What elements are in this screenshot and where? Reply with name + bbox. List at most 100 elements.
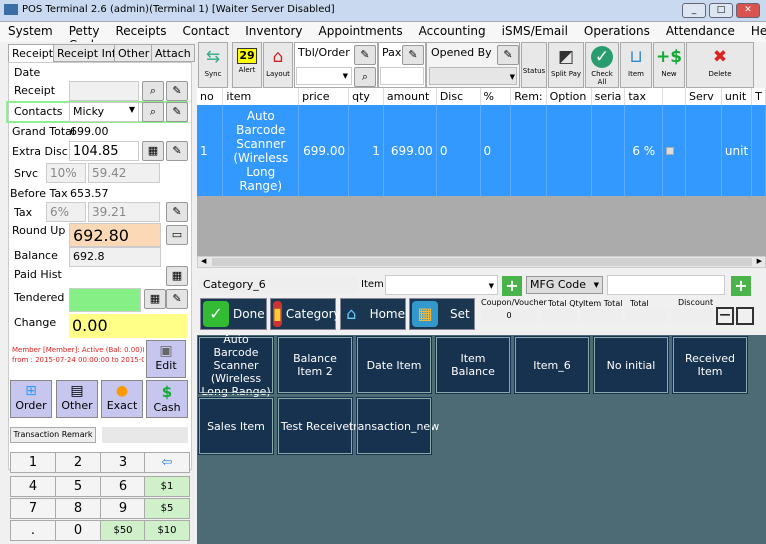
tile-item[interactable]: Item Balance <box>435 336 511 394</box>
split-pay-button[interactable]: ◩ Split Pay <box>548 42 584 88</box>
menu-isms-email[interactable]: iSMS/Email <box>494 22 576 42</box>
menu-system[interactable]: System <box>0 22 61 42</box>
order-button[interactable]: ⊞ Order <box>10 380 52 418</box>
key-50-dollar[interactable]: $50 <box>100 520 146 541</box>
code-type-select[interactable]: MFG Code ▼ <box>526 276 603 294</box>
col-tax[interactable]: tax <box>624 88 664 105</box>
tile-item[interactable]: transaction_new <box>349 397 439 455</box>
key-5-dollar[interactable]: $5 <box>144 498 190 519</box>
exact-button[interactable]: ● Exact <box>101 380 143 418</box>
col-check[interactable] <box>662 88 686 105</box>
search-icon[interactable]: ⌕ <box>354 67 376 87</box>
new-button[interactable]: +$ New <box>653 42 685 88</box>
item-select[interactable]: ▼ <box>385 275 498 295</box>
opened-by-select[interactable]: ▼ <box>429 67 517 85</box>
key-1[interactable]: 1 <box>10 452 56 473</box>
menu-petty-cash[interactable]: Petty Cash <box>61 22 108 52</box>
category-button[interactable]: ▮ Category <box>270 298 341 330</box>
col-amount[interactable]: amount <box>383 88 437 105</box>
clear-broom-icon[interactable]: ✎ <box>166 81 188 101</box>
table-row[interactable]: 1 Auto Barcode Scanner (Wireless Long Ra… <box>197 105 766 196</box>
tile-item[interactable]: No initial <box>593 336 669 394</box>
key-4[interactable]: 4 <box>10 476 56 497</box>
tab-other[interactable]: Other <box>114 44 154 62</box>
tile-item[interactable]: Item_6 <box>514 336 590 394</box>
key-7[interactable]: 7 <box>10 498 56 519</box>
status-button[interactable]: Status <box>521 42 547 88</box>
edit-button[interactable]: ▣ Edit <box>146 340 186 378</box>
delete-button[interactable]: ✖ Delete <box>686 42 754 88</box>
clear-broom-icon[interactable]: ✎ <box>166 289 188 309</box>
tile-item[interactable]: Test Receive <box>277 397 353 455</box>
key-0[interactable]: 0 <box>55 520 101 541</box>
tab-attach[interactable]: Attach <box>151 44 195 62</box>
key-9[interactable]: 9 <box>100 498 146 519</box>
key-3[interactable]: 3 <box>100 452 146 473</box>
add-item-plus-icon[interactable]: + <box>502 276 522 296</box>
tile-item[interactable]: Sales Item <box>198 397 274 455</box>
key-6[interactable]: 6 <box>100 476 146 497</box>
key-dot[interactable]: . <box>10 520 56 541</box>
col-serv[interactable]: Serv <box>685 88 722 105</box>
item-button[interactable]: ⊔ Item <box>620 42 652 88</box>
menu-contact[interactable]: Contact <box>175 22 238 42</box>
backspace-arrow-icon[interactable]: ⇦ <box>144 452 190 473</box>
done-button[interactable]: ✓ Done <box>200 298 267 330</box>
minimize-button[interactable]: _ <box>682 3 706 18</box>
cell-checkbox[interactable] <box>662 105 686 196</box>
col-qty[interactable]: qty <box>348 88 384 105</box>
col-item[interactable]: item <box>222 88 300 105</box>
key-2[interactable]: 2 <box>55 452 101 473</box>
sync-button[interactable]: ⇆ Sync <box>198 42 228 88</box>
extra-disc-field[interactable]: 104.85 <box>69 141 139 161</box>
search-icon[interactable]: ⌕ <box>142 102 164 122</box>
col-unit[interactable]: unit <box>721 88 753 105</box>
calculator-icon[interactable]: ▦ <box>144 289 166 309</box>
key-5[interactable]: 5 <box>55 476 101 497</box>
contacts-select[interactable]: Micky ▼ <box>69 102 139 122</box>
col-serial[interactable]: seria <box>591 88 626 105</box>
tile-item[interactable]: Auto Barcode Scanner (Wireless Long Rang… <box>198 333 274 398</box>
tile-item[interactable]: Balance Item 2 <box>277 336 353 394</box>
menu-help[interactable]: Help <box>743 22 766 42</box>
scroll-right-icon[interactable]: ▶ <box>757 257 762 265</box>
row-checkbox[interactable] <box>666 146 675 155</box>
menu-inventory[interactable]: Inventory <box>237 22 310 42</box>
col-t[interactable]: T <box>751 88 766 105</box>
key-10-dollar[interactable]: $10 <box>144 520 190 541</box>
col-remark[interactable]: Rem: <box>510 88 547 105</box>
col-option[interactable]: Option <box>546 88 592 105</box>
transaction-remark-button[interactable]: Transaction Remark <box>10 427 96 443</box>
tile-item[interactable]: Date Item <box>356 336 432 394</box>
col-price[interactable]: price <box>298 88 350 105</box>
srvc-percent-field[interactable]: 10% <box>46 163 86 183</box>
menu-operations[interactable]: Operations <box>576 22 658 42</box>
menu-attendance[interactable]: Attendance <box>658 22 743 42</box>
add-code-plus-icon[interactable]: + <box>731 276 751 296</box>
transaction-remark-field[interactable] <box>102 427 188 443</box>
menu-receipts[interactable]: Receipts <box>107 22 174 42</box>
clear-broom-icon[interactable]: ✎ <box>497 45 519 65</box>
layout-button[interactable]: ⌂ Layout <box>263 42 293 88</box>
tax-percent-field[interactable]: 6% <box>46 202 86 222</box>
clear-broom-icon[interactable]: ✎ <box>166 141 188 161</box>
cash-button[interactable]: $ Cash <box>146 380 188 418</box>
round-up-field[interactable]: 692.80 <box>69 223 161 247</box>
clear-broom-icon[interactable]: ✎ <box>166 102 188 122</box>
menu-accounting[interactable]: Accounting <box>411 22 494 42</box>
search-icon[interactable]: ⌕ <box>142 81 164 101</box>
key-1-dollar[interactable]: $1 <box>144 476 190 497</box>
key-8[interactable]: 8 <box>55 498 101 519</box>
receipt-field[interactable] <box>69 81 139 101</box>
maximize-button[interactable]: □ <box>709 3 733 18</box>
clear-broom-icon[interactable]: ✎ <box>166 202 188 222</box>
col-no[interactable]: no <box>197 88 224 105</box>
alert-button[interactable]: 29 Alert <box>232 42 262 88</box>
close-button[interactable]: ✕ <box>736 3 760 18</box>
tbl-order-select[interactable]: ▼ <box>296 67 352 85</box>
monitor-icon[interactable]: ▭ <box>166 225 188 245</box>
maximize-panel-icon[interactable] <box>736 307 754 325</box>
check-all-button[interactable]: ✓ Check All <box>585 42 619 88</box>
home-button[interactable]: ⌂ Home <box>340 298 406 330</box>
calculator-icon[interactable]: ▦ <box>142 141 164 161</box>
